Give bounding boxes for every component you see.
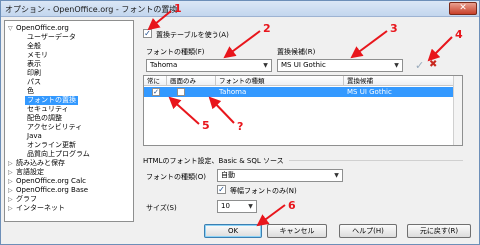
- close-button[interactable]: ✕: [449, 2, 477, 15]
- expand-icon[interactable]: ▽: [8, 25, 13, 32]
- tree-item-general[interactable]: 全般: [27, 42, 41, 51]
- chevron-down-icon[interactable]: ▼: [332, 171, 341, 180]
- tree-item-internet[interactable]: インターネット: [16, 204, 65, 213]
- options-dialog: オプション - OpenOffice.org - フォントの置換 ✕ ▽ Ope…: [0, 0, 480, 245]
- font-value: Tahoma: [150, 61, 178, 69]
- use-replacement-table-checkbox[interactable]: ✓: [143, 29, 152, 38]
- row-font: Tahoma: [219, 88, 247, 96]
- collapsed-icon[interactable]: ▷: [8, 160, 13, 167]
- tree-item-appearance[interactable]: 配色の調整: [27, 114, 62, 123]
- replace-with-value: MS UI Gothic: [281, 61, 326, 69]
- table-row[interactable]: ✓ Tahoma MS UI Gothic: [144, 87, 454, 97]
- chevron-down-icon[interactable]: ▼: [246, 202, 255, 211]
- annotation-number: 6: [288, 199, 296, 212]
- size-value: 10: [221, 202, 230, 210]
- annotation-number: 4: [455, 28, 463, 41]
- reset-button[interactable]: 元に戻す(R): [407, 224, 471, 238]
- tree-item-userdata[interactable]: ユーザーデータ: [27, 33, 76, 42]
- options-tree: ▽ OpenOffice.org ユーザーデータ 全般 メモリ 表示 印刷 パス…: [4, 20, 134, 222]
- font-label: フォントの種類(F): [146, 48, 205, 56]
- tree-item-base[interactable]: OpenOffice.org Base: [16, 186, 88, 195]
- tree-item-accessibility[interactable]: アクセシビリティ: [27, 123, 82, 132]
- size-label: サイズ(S): [146, 204, 177, 212]
- tree-item-print[interactable]: 印刷: [27, 69, 41, 78]
- section-divider: [289, 160, 463, 161]
- html-font-combobox[interactable]: 自動 ▼: [217, 169, 343, 182]
- collapsed-icon[interactable]: ▷: [8, 187, 13, 194]
- replace-with-label: 置換候補(R): [277, 48, 316, 56]
- always-checkbox[interactable]: ✓: [152, 88, 160, 96]
- tree-item-paths[interactable]: パス: [27, 78, 41, 87]
- tree-item-language[interactable]: 言語設定: [16, 168, 44, 177]
- monospace-only-checkbox[interactable]: ✓: [217, 185, 226, 194]
- chevron-down-icon[interactable]: ▼: [261, 61, 270, 70]
- annotation-question: ?: [237, 120, 244, 133]
- tree-item-colors[interactable]: 色: [27, 87, 34, 96]
- help-button[interactable]: ヘルプ(H): [339, 224, 397, 238]
- tree-item-calc[interactable]: OpenOffice.org Calc: [16, 177, 86, 186]
- collapsed-icon[interactable]: ▷: [8, 205, 13, 212]
- tree-item-memory[interactable]: メモリ: [27, 51, 48, 60]
- row-replace-with: MS UI Gothic: [347, 88, 392, 96]
- replace-with-combobox[interactable]: MS UI Gothic ▼: [277, 59, 403, 72]
- annotation-number: 3: [390, 22, 398, 35]
- chevron-down-icon[interactable]: ▼: [392, 61, 401, 70]
- collapsed-icon[interactable]: ▷: [8, 169, 13, 176]
- ok-button[interactable]: OK: [204, 224, 262, 238]
- replacement-table: 常に 画面のみ フォントの種類 置換候補 ✓ Tahoma MS UI Goth…: [143, 75, 463, 146]
- tree-item-java[interactable]: Java: [27, 132, 42, 141]
- tree-item-openoffice[interactable]: OpenOffice.org: [16, 24, 69, 33]
- tree-item-security[interactable]: セキュリティ: [27, 105, 69, 114]
- collapsed-icon[interactable]: ▷: [8, 196, 13, 203]
- annotation-number: 5: [202, 119, 210, 132]
- tree-item-improvement[interactable]: 品質向上プログラム: [27, 150, 90, 159]
- collapsed-icon[interactable]: ▷: [8, 178, 13, 185]
- tree-item-chart[interactable]: グラフ: [16, 195, 37, 204]
- column-header-screen-only[interactable]: 画面のみ: [167, 76, 216, 86]
- html-font-label: フォントの種類(O): [146, 173, 206, 181]
- apply-icon[interactable]: ✓: [415, 59, 424, 72]
- html-font-value: 自動: [221, 171, 235, 179]
- html-fonts-section-title: HTMLのフォント設定、Basic & SQL ソース: [143, 157, 284, 165]
- tree-item-online-update[interactable]: オンライン更新: [27, 141, 76, 150]
- title-bar: オプション - OpenOffice.org - フォントの置換 ✕: [1, 1, 479, 17]
- tree-item-load-save[interactable]: 読み込みと保存: [16, 159, 65, 168]
- window-title: オプション - OpenOffice.org - フォントの置換: [5, 5, 178, 14]
- use-replacement-table-label: 置換テーブルを使う(A): [156, 31, 229, 39]
- column-header-always[interactable]: 常に: [144, 76, 167, 86]
- delete-icon[interactable]: ✖: [429, 59, 437, 70]
- annotation-number: 2: [263, 22, 271, 35]
- column-header-replace-with[interactable]: 置換候補: [344, 76, 455, 86]
- screen-only-checkbox[interactable]: [177, 88, 185, 96]
- monospace-only-label: 等幅フォントのみ(N): [230, 187, 297, 195]
- tree-item-font-replacement[interactable]: フォントの置換: [25, 96, 78, 105]
- annotation-number: 1: [174, 2, 182, 15]
- size-combobox[interactable]: 10 ▼: [217, 200, 257, 213]
- column-header-font[interactable]: フォントの種類: [216, 76, 344, 86]
- table-scrollbar[interactable]: [453, 76, 462, 145]
- cancel-button[interactable]: キャンセル: [267, 224, 327, 238]
- font-combobox[interactable]: Tahoma ▼: [146, 59, 272, 72]
- tree-item-view[interactable]: 表示: [27, 60, 41, 69]
